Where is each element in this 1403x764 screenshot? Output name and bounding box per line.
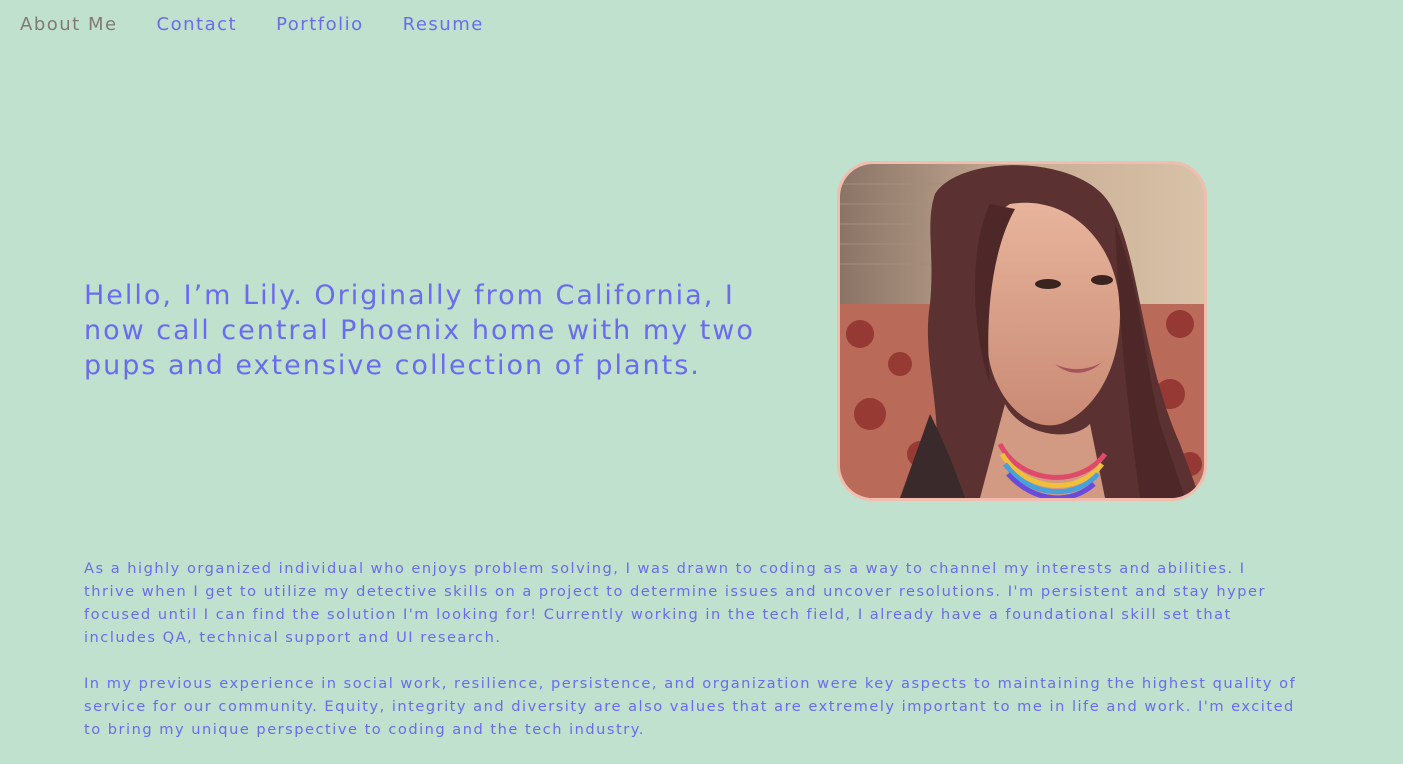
- intro-heading: Hello, I’m Lily. Originally from Califor…: [84, 280, 755, 381]
- profile-photo: [837, 161, 1207, 501]
- nav-link-portfolio[interactable]: Portfolio: [276, 14, 364, 35]
- nav-link-contact[interactable]: Contact: [157, 14, 238, 35]
- nav-link-about-me[interactable]: About Me: [20, 14, 118, 35]
- about-paragraph-2: In my previous experience in social work…: [84, 675, 1297, 738]
- nav-link-resume[interactable]: Resume: [403, 14, 484, 35]
- main-nav: About Me Contact Portfolio Resume: [20, 14, 484, 35]
- profile-photo-image: [840, 164, 1204, 498]
- about-paragraph-1: As a highly organized individual who enj…: [84, 560, 1266, 646]
